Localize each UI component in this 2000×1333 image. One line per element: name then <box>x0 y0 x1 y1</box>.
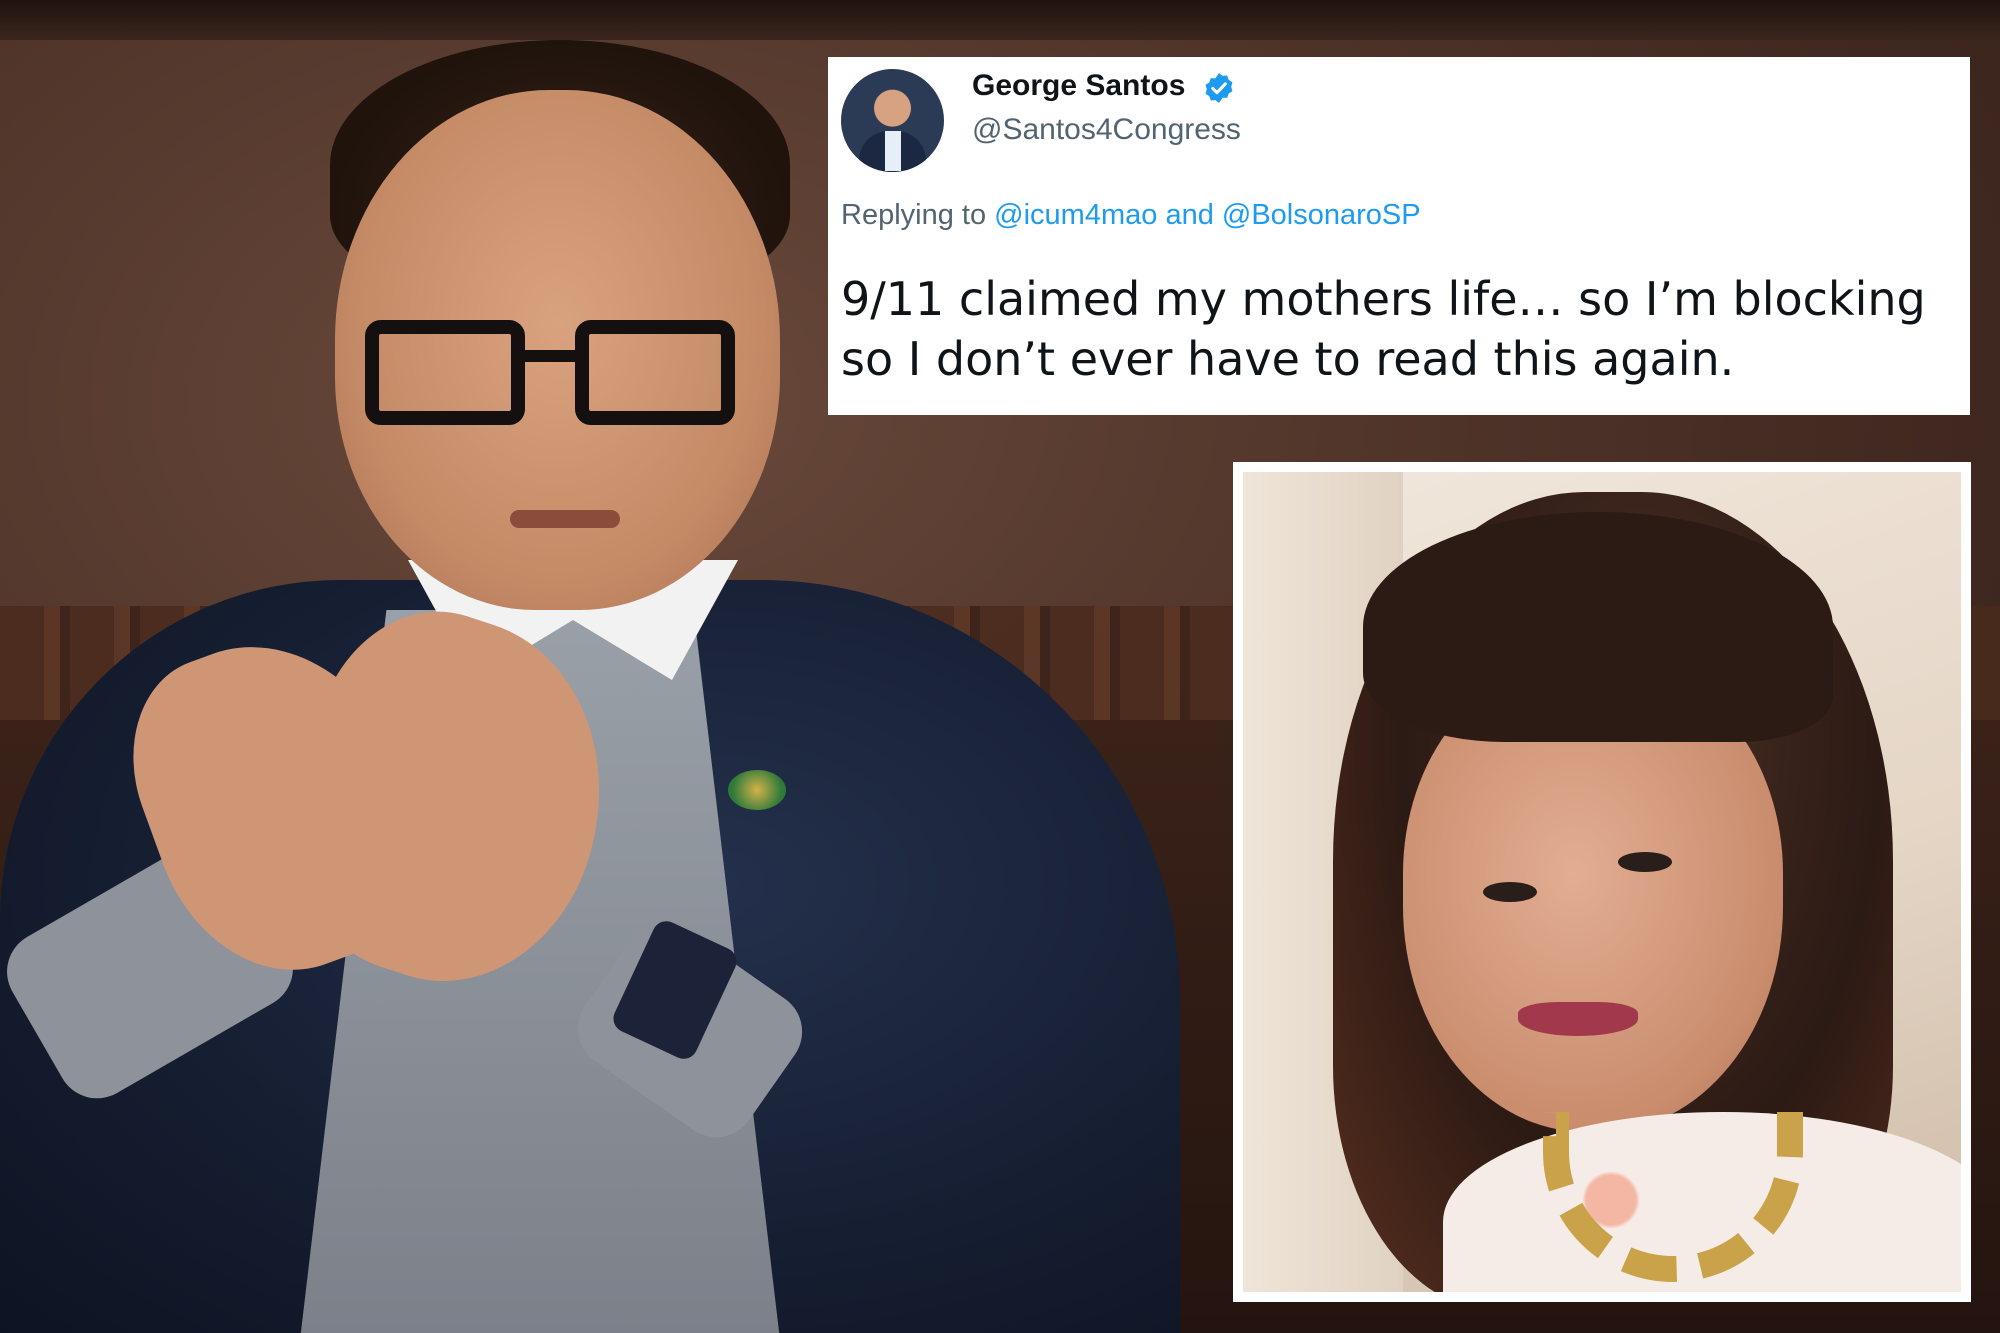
replying-to-label: Replying to <box>841 199 987 231</box>
avatar-shirt <box>885 131 901 171</box>
reply-conjunction: and <box>1165 199 1214 231</box>
eyeglasses <box>365 310 745 430</box>
man-mouth <box>510 510 620 528</box>
woman-smile <box>1518 1002 1638 1036</box>
author-handle[interactable]: @Santos4Congress <box>972 113 1241 147</box>
glasses-bridge <box>523 350 578 362</box>
tweet-body-text: 9/11 claimed my mothers life… so I’m blo… <box>841 272 1926 386</box>
woman-bangs <box>1363 512 1833 742</box>
reply-mention-icum4mao[interactable]: @icum4mao <box>994 199 1157 231</box>
verified-badge-icon <box>1205 73 1233 103</box>
author-name[interactable]: George Santos <box>972 69 1185 103</box>
tweet-card: George Santos @Santos4Congress Replying … <box>828 57 1970 415</box>
left-lens <box>365 320 525 425</box>
woman-left-eye <box>1483 882 1537 902</box>
inset-photo-woman <box>1243 472 1961 1292</box>
reply-mention-bolsonarosp[interactable]: @BolsonaroSP <box>1222 199 1421 231</box>
inset-photo-frame <box>1233 462 1971 1302</box>
congressional-lapel-pin <box>728 770 786 810</box>
replying-to-line: Replying to @icum4mao and @BolsonaroSP <box>841 199 1421 232</box>
ceiling-trim <box>0 0 2000 40</box>
woman-right-eye <box>1618 852 1672 872</box>
author-avatar[interactable] <box>841 69 944 172</box>
right-lens <box>575 320 735 425</box>
